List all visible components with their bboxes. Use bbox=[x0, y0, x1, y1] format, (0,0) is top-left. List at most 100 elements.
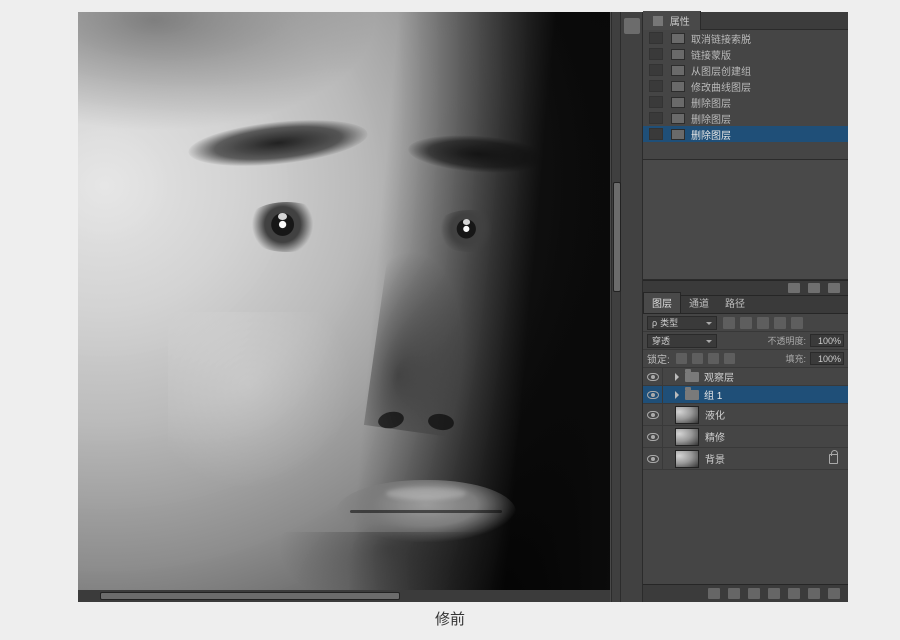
lock-icon bbox=[829, 454, 838, 464]
layers-tab-2[interactable]: 路径 bbox=[717, 293, 753, 313]
canvas-horizontal-scrollbar[interactable] bbox=[78, 590, 610, 602]
layer-visibility-toggle[interactable] bbox=[643, 386, 663, 403]
layer-name-label[interactable]: 观察层 bbox=[704, 369, 848, 384]
fill-label: 填充: bbox=[785, 352, 806, 365]
lock-all-icon[interactable] bbox=[724, 353, 735, 364]
right-panels: 属性 取消链接索脱链接蒙版从图层创建组修改曲线图层删除图层删除图层删除图层 图层… bbox=[643, 12, 848, 602]
layer-visibility-toggle[interactable] bbox=[643, 368, 663, 385]
layer-row[interactable]: 背景 bbox=[643, 448, 848, 470]
filter-smart-icon[interactable] bbox=[791, 317, 803, 329]
layers-tab-0[interactable]: 图层 bbox=[643, 292, 681, 313]
layers-panel-toolbar bbox=[643, 584, 848, 602]
layer-visibility-toggle[interactable] bbox=[643, 404, 663, 425]
collapsed-panel-dock[interactable] bbox=[621, 12, 643, 602]
filter-adjust-icon[interactable] bbox=[740, 317, 752, 329]
history-step-label: 修改曲线图层 bbox=[691, 79, 751, 94]
opacity-field[interactable]: 100% bbox=[810, 334, 844, 347]
history-step-icon bbox=[671, 97, 685, 108]
lock-pixels-icon[interactable] bbox=[692, 353, 703, 364]
layer-name-label[interactable]: 液化 bbox=[705, 407, 848, 422]
lock-position-icon[interactable] bbox=[708, 353, 719, 364]
history-trash-icon[interactable] bbox=[828, 283, 840, 293]
history-step-label: 取消链接索脱 bbox=[691, 31, 751, 46]
group-icon[interactable] bbox=[788, 588, 800, 599]
trash-icon[interactable] bbox=[828, 588, 840, 599]
history-step[interactable]: 删除图层 bbox=[643, 110, 848, 126]
layer-name-label[interactable]: 精修 bbox=[705, 429, 848, 444]
history-vis-box[interactable] bbox=[649, 112, 663, 124]
history-vis-box[interactable] bbox=[649, 80, 663, 92]
history-step-icon bbox=[671, 65, 685, 76]
history-snapshot-icon[interactable] bbox=[788, 283, 800, 293]
history-step-icon bbox=[671, 129, 685, 140]
adjustment-layer-icon[interactable] bbox=[768, 588, 780, 599]
eye-icon bbox=[647, 373, 659, 381]
fill-field[interactable]: 100% bbox=[810, 352, 844, 365]
history-step[interactable]: 删除图层 bbox=[643, 126, 848, 142]
history-vis-box[interactable] bbox=[649, 64, 663, 76]
opacity-label: 不透明度: bbox=[767, 334, 806, 347]
layer-visibility-toggle[interactable] bbox=[643, 426, 663, 447]
blend-mode-value: 穿透 bbox=[652, 334, 670, 347]
layer-row[interactable]: 精修 bbox=[643, 426, 848, 448]
layer-group-row[interactable]: 观察层 bbox=[643, 368, 848, 386]
eye-icon bbox=[647, 433, 659, 441]
history-vis-box[interactable] bbox=[649, 48, 663, 60]
link-layers-icon[interactable] bbox=[708, 588, 720, 599]
lock-label: 锁定: bbox=[647, 351, 670, 366]
history-step-icon bbox=[671, 81, 685, 92]
blend-mode-select[interactable]: 穿透 bbox=[647, 334, 717, 348]
layers-controls: ρ 类型 穿透 不透明度: 100% bbox=[643, 314, 848, 368]
history-step-icon bbox=[671, 113, 685, 124]
layer-thumbnail[interactable] bbox=[675, 450, 699, 468]
canvas-vertical-scrollbar[interactable] bbox=[611, 12, 621, 602]
layer-name-label[interactable]: 背景 bbox=[705, 451, 829, 466]
figure-caption: 修前 bbox=[0, 608, 900, 629]
panel-empty-area bbox=[643, 160, 848, 280]
lock-transparency-icon[interactable] bbox=[676, 353, 687, 364]
layer-thumbnail[interactable] bbox=[675, 428, 699, 446]
layer-filter-kind-label: 类型 bbox=[660, 316, 678, 329]
eye-icon bbox=[647, 391, 659, 399]
layer-name-label[interactable]: 组 1 bbox=[704, 387, 848, 402]
history-step[interactable]: 从图层创建组 bbox=[643, 62, 848, 78]
layer-group-row[interactable]: 组 1 bbox=[643, 386, 848, 404]
layer-row[interactable]: 液化 bbox=[643, 404, 848, 426]
filter-type-icon[interactable] bbox=[757, 317, 769, 329]
photoshop-window: 属性 取消链接索脱链接蒙版从图层创建组修改曲线图层删除图层删除图层删除图层 图层… bbox=[78, 12, 848, 602]
filter-shape-icon[interactable] bbox=[774, 317, 786, 329]
layer-visibility-toggle[interactable] bbox=[643, 448, 663, 469]
layers-tab-1[interactable]: 通道 bbox=[681, 293, 717, 313]
layers-panel-tabs: 图层通道路径 bbox=[643, 296, 848, 314]
layer-thumbnail[interactable] bbox=[675, 406, 699, 424]
folder-icon bbox=[685, 390, 699, 400]
history-step-icon bbox=[671, 49, 685, 60]
properties-tab-label: 属性 bbox=[670, 17, 690, 28]
properties-icon bbox=[653, 16, 663, 26]
history-step[interactable]: 删除图层 bbox=[643, 94, 848, 110]
history-step[interactable]: 链接蒙版 bbox=[643, 46, 848, 62]
collapsed-panel-icon[interactable] bbox=[624, 18, 640, 34]
layer-style-icon[interactable] bbox=[728, 588, 740, 599]
layer-filter-kind-select[interactable]: ρ 类型 bbox=[647, 316, 717, 330]
history-step-label: 链接蒙版 bbox=[691, 47, 731, 62]
eye-icon bbox=[647, 455, 659, 463]
filter-pixel-icon[interactable] bbox=[723, 317, 735, 329]
history-vis-box[interactable] bbox=[649, 32, 663, 44]
document-canvas-area bbox=[78, 12, 610, 602]
history-vis-box[interactable] bbox=[649, 96, 663, 108]
history-new-icon[interactable] bbox=[808, 283, 820, 293]
document-image[interactable] bbox=[78, 12, 610, 590]
eye-icon bbox=[647, 411, 659, 419]
new-layer-icon[interactable] bbox=[808, 588, 820, 599]
history-step[interactable]: 取消链接索脱 bbox=[643, 30, 848, 46]
history-step[interactable]: 修改曲线图层 bbox=[643, 78, 848, 94]
properties-tab[interactable]: 属性 bbox=[643, 11, 701, 30]
history-step-label: 删除图层 bbox=[691, 95, 731, 110]
chevron-right-icon[interactable] bbox=[675, 391, 683, 399]
history-step-label: 删除图层 bbox=[691, 111, 731, 126]
history-vis-box[interactable] bbox=[649, 128, 663, 140]
layers-list: 观察层组 1 液化精修背景 bbox=[643, 368, 848, 584]
layer-mask-icon[interactable] bbox=[748, 588, 760, 599]
chevron-right-icon[interactable] bbox=[675, 373, 683, 381]
